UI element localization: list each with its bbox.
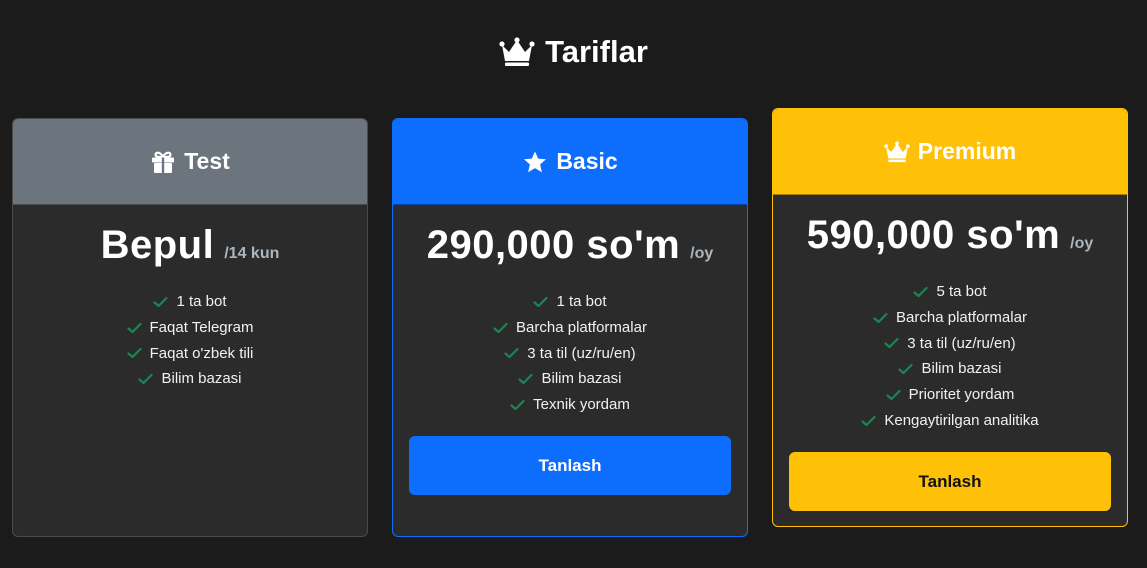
feature-item: Faqat Telegram bbox=[13, 315, 367, 341]
check-icon bbox=[493, 322, 508, 333]
feature-item: Bilim bazasi bbox=[393, 366, 747, 392]
feature-text: Barcha platformalar bbox=[516, 318, 647, 336]
feature-list: 5 ta bot Barcha platformalar 3 ta til (u… bbox=[773, 279, 1127, 434]
feature-text: Faqat Telegram bbox=[149, 318, 254, 336]
feature-text: 1 ta bot bbox=[176, 293, 227, 310]
check-icon bbox=[138, 374, 154, 385]
check-icon bbox=[533, 296, 549, 307]
feature-text: Bilim bazasi bbox=[921, 360, 1002, 378]
feature-item: 3 ta til (uz/ru/en) bbox=[393, 341, 747, 367]
plan-period: /14 kun bbox=[224, 245, 280, 262]
price-row: Bepul /14 kun bbox=[13, 223, 367, 275]
plan-price: Bepul bbox=[100, 223, 215, 267]
check-icon bbox=[518, 374, 534, 385]
feature-text: Barcha platformalar bbox=[896, 308, 1027, 326]
check-icon bbox=[504, 348, 519, 359]
check-icon bbox=[510, 399, 525, 411]
check-icon bbox=[885, 389, 901, 401]
price-row: 290,000 so'm /oy bbox=[393, 223, 747, 275]
check-icon bbox=[884, 338, 899, 349]
plan-card-premium: Premium 590,000 so'm /oy 5 ta bot Barcha… bbox=[772, 108, 1128, 527]
feature-item: 3 ta til (uz/ru/en) bbox=[773, 331, 1127, 357]
feature-text: Texnik yordam bbox=[533, 396, 630, 414]
check-icon bbox=[913, 286, 929, 297]
star-icon bbox=[524, 151, 547, 172]
feature-text: 1 ta bot bbox=[556, 293, 607, 310]
check-icon bbox=[861, 415, 876, 426]
feature-item: Texnik yordam bbox=[393, 392, 747, 418]
feature-item: Bilim bazasi bbox=[13, 366, 367, 392]
feature-item: 1 ta bot bbox=[393, 289, 747, 315]
feature-text: Kengaytirilgan analitika bbox=[884, 411, 1039, 429]
check-icon bbox=[873, 312, 888, 323]
check-icon bbox=[126, 322, 142, 333]
feature-list: 1 ta bot Barcha platformalar 3 ta til (u… bbox=[393, 289, 747, 418]
feature-text: Bilim bazasi bbox=[541, 370, 622, 388]
plan-period: /oy bbox=[690, 245, 714, 262]
feature-list: 1 ta bot Faqat Telegram Faqat o'zbek til… bbox=[13, 289, 367, 392]
feature-item: 1 ta bot bbox=[13, 289, 367, 315]
plan-name: Premium bbox=[917, 138, 1017, 164]
price-row: 590,000 so'm /oy bbox=[773, 213, 1127, 265]
check-icon bbox=[153, 296, 169, 307]
feature-item: Bilim bazasi bbox=[773, 356, 1127, 382]
select-basic-button[interactable]: Tanlash bbox=[409, 436, 731, 495]
plan-price: 290,000 so'm bbox=[426, 223, 681, 267]
page-title-text: Tariflar bbox=[545, 34, 648, 69]
select-premium-button[interactable]: Tanlash bbox=[789, 452, 1111, 511]
plan-header-premium: Premium bbox=[773, 109, 1127, 195]
crown-icon bbox=[499, 37, 535, 66]
plan-card-test: Test Bepul /14 kun 1 ta bot Faqat Telegr… bbox=[12, 118, 368, 537]
feature-item: Kengaytirilgan analitika bbox=[773, 408, 1127, 434]
plan-header-test: Test bbox=[13, 119, 367, 205]
check-icon bbox=[898, 364, 914, 375]
check-icon bbox=[127, 348, 142, 359]
plan-name: Basic bbox=[556, 148, 618, 174]
feature-text: 3 ta til (uz/ru/en) bbox=[527, 344, 636, 362]
feature-item: 5 ta bot bbox=[773, 279, 1127, 305]
plan-header-basic: Basic bbox=[393, 119, 747, 205]
feature-item: Barcha platformalar bbox=[773, 305, 1127, 331]
feature-text: 3 ta til (uz/ru/en) bbox=[907, 334, 1016, 352]
feature-text: Faqat o'zbek tili bbox=[149, 344, 254, 362]
crown-icon bbox=[884, 140, 910, 162]
feature-text: Prioritet yordam bbox=[908, 386, 1015, 404]
plan-card-basic: Basic 290,000 so'm /oy 1 ta bot Barcha p… bbox=[392, 118, 748, 537]
pricing-page: Tariflar Test Bepul /14 kun 1 ta bot Faq… bbox=[0, 0, 1147, 568]
feature-item: Faqat o'zbek tili bbox=[13, 341, 367, 367]
gift-icon bbox=[152, 151, 175, 173]
page-title: Tariflar bbox=[0, 30, 1147, 74]
feature-item: Barcha platformalar bbox=[393, 315, 747, 341]
plan-period: /oy bbox=[1070, 235, 1094, 252]
feature-text: Bilim bazasi bbox=[161, 370, 242, 388]
plan-price: 590,000 so'm bbox=[806, 213, 1061, 257]
plan-name: Test bbox=[184, 148, 230, 174]
feature-text: 5 ta bot bbox=[936, 283, 987, 300]
feature-item: Prioritet yordam bbox=[773, 382, 1127, 408]
